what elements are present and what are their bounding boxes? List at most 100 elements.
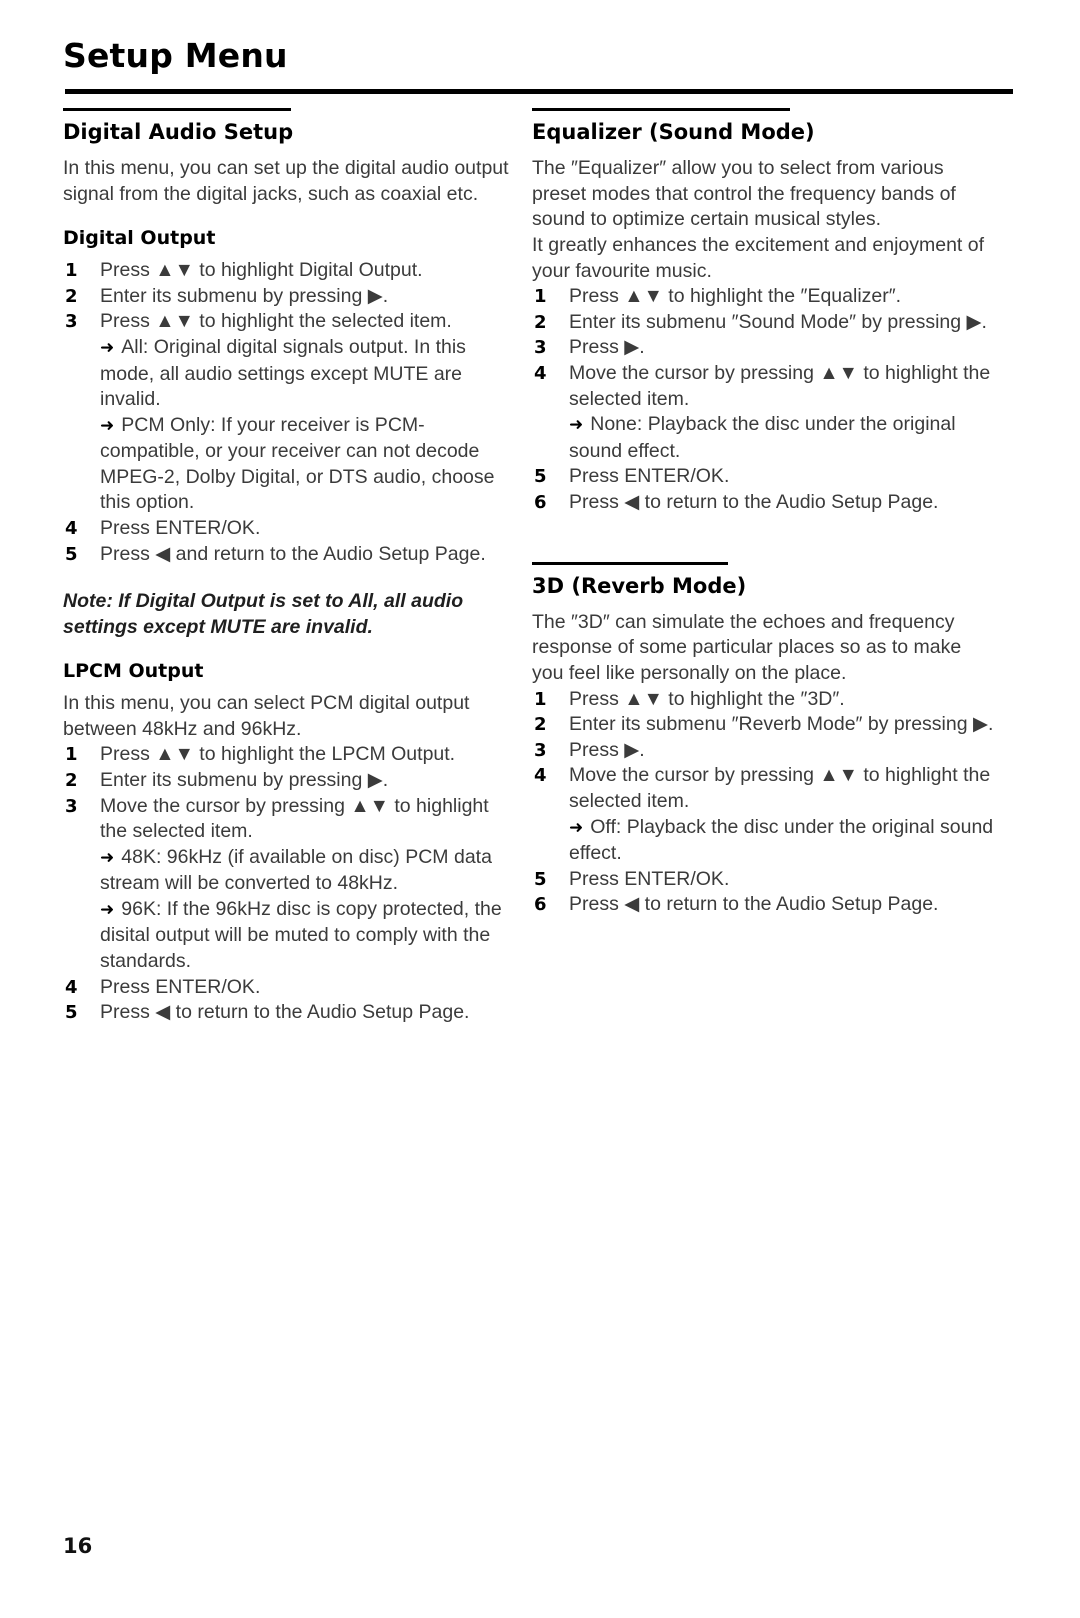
step-text: Move the cursor by pressing ▲▼ to highli… [569,362,991,410]
page-title: Setup Menu [63,36,288,75]
arrow-bullet-icon: ➜ [100,899,115,920]
reverb-steps: 1 Press ▲▼ to highlight the ″3D″. 2 Ente… [532,687,994,815]
section-rule [63,108,291,111]
step-text: Press ▲▼ to highlight the selected item. [100,310,452,333]
subheading-digital-output: Digital Output [63,227,216,250]
arrow-bullet-icon: ➜ [100,337,115,358]
arrow-bullet-icon: ➜ [100,847,115,868]
right-column: Equalizer (Sound Mode) The ″Equalizer″ a… [532,108,994,918]
step-text: Press ◀ and return to the Audio Setup Pa… [100,542,486,565]
step-text: Press ENTER/OK. [569,867,730,890]
bullet-text: None: Playback the disc under the origin… [569,413,956,462]
bullet-text: PCM Only: If your receiver is PCM-compat… [100,413,495,514]
step-number: 5 [65,1002,78,1024]
equalizer-steps-continued: 5 Press ENTER/OK. 6 Press ◀ to return to… [532,464,994,515]
bullet-text: Off: Playback the disc under the origina… [569,815,994,865]
step-text: Press ◀ to return to the Audio Setup Pag… [100,1001,470,1024]
step-item: 3 Move the cursor by pressing ▲▼ to high… [63,794,511,845]
page-number: 16 [63,1534,93,1558]
step-number: 4 [534,363,547,384]
step-number: 4 [534,765,547,787]
step-item: 4 Press ENTER/OK. [63,975,511,1001]
reverb-intro: The ″3D″ can simulate the echoes and fre… [532,610,962,684]
step-text: Press ◀ to return to the Audio Setup Pag… [569,490,939,513]
left-column: Digital Audio Setup In this menu, you ca… [63,108,511,1026]
reverb-steps-continued: 5 Press ENTER/OK. 6 Press ◀ to return to… [532,867,994,918]
bullet-text: 48K: 96kHz (if available on disc) PCM da… [100,845,492,895]
section-rule [532,561,728,565]
equalizer-intro-2: It greatly enhances the excitement and e… [532,234,985,282]
step-text: Press ▲▼ to highlight the LPCM Output. [100,743,456,766]
section-reverb: 3D (Reverb Mode) The ″3D″ can simulate t… [532,561,994,687]
bullet-text: All: Original digital signals output. In… [100,335,466,411]
step-number: 3 [534,337,547,359]
digital-output-steps: 1 Press ▲▼ to highlight Digital Output. … [63,258,511,335]
step-item: 2 Enter its submenu by pressing ▶. [63,284,511,310]
step-number: 6 [534,491,547,513]
digital-output-steps-continued: 4 Press ENTER/OK. 5 Press ◀ and return t… [63,516,511,567]
step-number: 2 [534,714,547,736]
step-item: 1 Press ▲▼ to highlight Digital Output. [63,258,511,284]
step-item: 4 Move the cursor by pressing ▲▼ to high… [532,361,994,412]
digital-output-note: Note: If Digital Output is set to All, a… [63,590,464,638]
bullet-text: 96K: If the 96kHz disc is copy protected… [100,897,502,973]
step-number: 2 [534,311,547,333]
step-item: 4 Press ENTER/OK. [63,516,511,542]
section-heading-digital-audio-setup: Digital Audio Setup [63,120,294,144]
document-page: Setup Menu Digital Audio Setup In this m… [0,0,1080,1618]
step-item: 2 Enter its submenu ″Sound Mode″ by pres… [532,310,994,336]
step-text: Press ▶. [569,336,645,359]
step-number: 5 [534,466,547,488]
step-text: Move the cursor by pressing ▲▼ to highli… [569,764,991,812]
bullet-item: ➜ PCM Only: If your receiver is PCM-compa… [63,413,511,516]
step-number: 1 [65,744,78,766]
bullet-item: ➜ 48K: 96kHz (if available on disc) PCM d… [63,845,511,897]
step-number: 5 [65,543,78,565]
section-digital-audio-setup: Digital Audio Setup In this menu, you ca… [63,108,511,207]
step-item: 5 Press ENTER/OK. [532,464,994,490]
step-text: Press ENTER/OK. [569,465,730,488]
section-equalizer: Equalizer (Sound Mode) The ″Equalizer″ a… [532,108,994,284]
step-item: 1 Press ▲▼ to highlight the ″Equalizer″. [532,284,994,310]
step-text: Press ▲▼ to highlight the ″Equalizer″. [569,285,902,308]
step-item: 3 Press ▲▼ to highlight the selected ite… [63,309,511,335]
section-heading-reverb: 3D (Reverb Mode) [532,573,747,598]
step-text: Enter its submenu by pressing ▶. [100,768,389,791]
step-text: Press ▲▼ to highlight the ″3D″. [569,687,845,710]
step-number: 6 [534,894,547,916]
bullet-item: ➜ All: Original digital signals output. I… [63,335,511,413]
step-number: 5 [534,868,547,890]
step-number: 3 [65,795,78,817]
step-text: Press ENTER/OK. [100,517,261,540]
section-heading-equalizer: Equalizer (Sound Mode) [532,120,815,144]
bullet-item: ➜ 96K: If the 96kHz disc is copy protecte… [63,897,511,975]
lpcm-output-steps: 1 Press ▲▼ to highlight the LPCM Output.… [63,742,511,844]
step-number: 1 [65,260,78,282]
lpcm-output-steps-continued: 4 Press ENTER/OK. 5 Press ◀ to return to… [63,975,511,1026]
bullet-item: ➜ Off: Playback the disc under the origin… [532,815,994,867]
step-number: 1 [534,688,547,710]
step-item: 5 Press ◀ to return to the Audio Setup P… [63,1000,511,1026]
bullet-item: ➜ None: Playback the disc under the origi… [532,412,994,464]
step-text: Press ENTER/OK. [100,975,261,998]
step-number: 2 [65,285,78,307]
arrow-bullet-icon: ➜ [100,415,115,436]
page-title-rule [65,89,1013,94]
step-text: Enter its submenu ″Reverb Mode″ by press… [569,713,994,736]
step-number: 3 [65,311,78,333]
equalizer-intro-1: The ″Equalizer″ allow you to select from… [532,157,956,231]
step-text: Enter its submenu by pressing ▶. [100,284,389,307]
arrow-bullet-icon: ➜ [569,817,584,838]
arrow-bullet-icon: ➜ [569,415,584,436]
step-item: 4 Move the cursor by pressing ▲▼ to high… [532,763,994,814]
step-item: 3 Press ▶. [532,335,994,361]
equalizer-steps: 1 Press ▲▼ to highlight the ″Equalizer″.… [532,284,994,412]
step-item: 1 Press ▲▼ to highlight the LPCM Output. [63,742,511,768]
step-number: 4 [65,518,78,540]
step-text: Move the cursor by pressing ▲▼ to highli… [100,794,489,843]
step-text: Enter its submenu ″Sound Mode″ by pressi… [569,310,987,333]
step-text: Press ▶. [569,738,645,761]
step-item: 2 Enter its submenu by pressing ▶. [63,768,511,794]
step-item: 5 Press ◀ and return to the Audio Setup … [63,542,511,568]
step-item: 5 Press ENTER/OK. [532,867,994,893]
